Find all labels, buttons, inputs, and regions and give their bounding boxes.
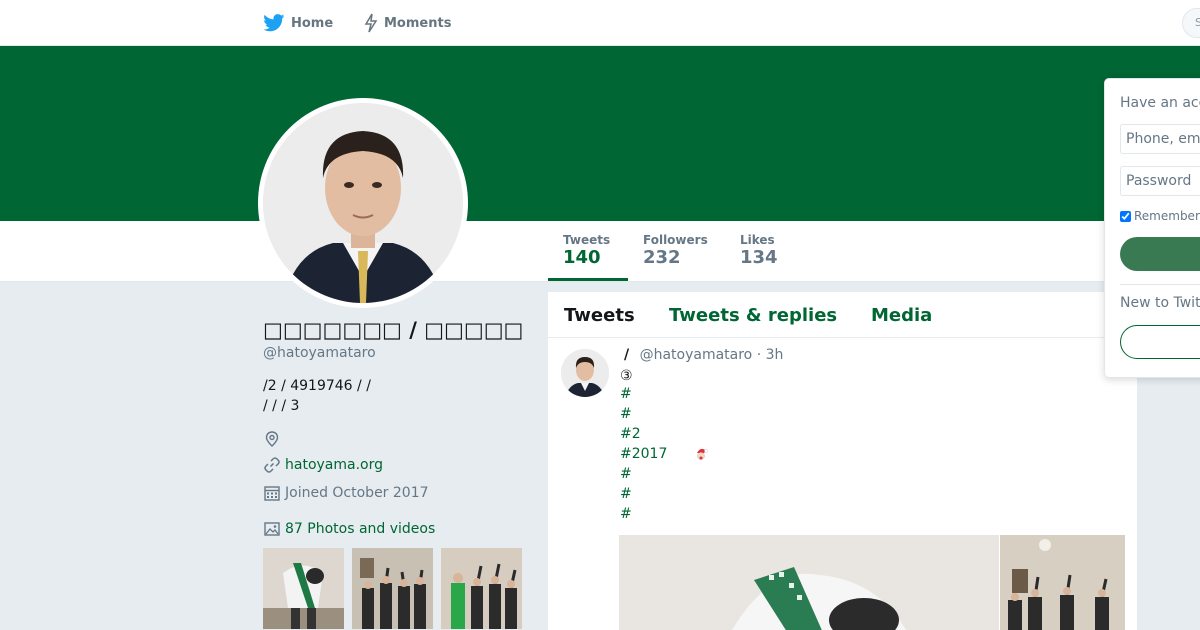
profile-banner xyxy=(0,46,1200,221)
tweet-avatar-image xyxy=(561,349,609,397)
profile-url[interactable]: hatoyama.org xyxy=(263,456,383,474)
tweet-media-image xyxy=(1000,535,1125,630)
profile-name: □□□□□□□ / □□□□□ xyxy=(263,318,524,342)
profile-bio: /2 / 4919746 / / / / / 3 xyxy=(263,378,371,414)
tab-media[interactable]: Media xyxy=(871,305,932,326)
link-icon xyxy=(264,457,280,473)
profile-url-text[interactable]: hatoyama.org xyxy=(285,457,383,473)
username-field[interactable] xyxy=(1120,124,1200,154)
tweet-separator: · xyxy=(756,347,766,363)
profile-avatar[interactable] xyxy=(258,98,468,308)
timeline-tabs: Tweets Tweets & replies Media xyxy=(548,292,1137,338)
login-button[interactable] xyxy=(1120,237,1200,271)
tweet-media-image xyxy=(619,535,999,630)
search-input[interactable]: S xyxy=(1182,8,1200,38)
password-field[interactable] xyxy=(1120,166,1200,196)
tweet-header: / @hatoyamataro · 3h xyxy=(620,347,783,363)
login-title: Have an account? xyxy=(1120,95,1200,111)
tweet-media-side[interactable] xyxy=(1000,535,1125,630)
photo-image xyxy=(263,548,344,629)
tweet-hashtag[interactable]: # xyxy=(620,504,632,524)
tweet-media[interactable] xyxy=(619,535,1125,630)
tweet-hashtag[interactable]: # xyxy=(620,464,632,484)
stat-value: 232 xyxy=(643,247,681,268)
nav-home[interactable]: Home xyxy=(263,0,333,46)
top-nav: Home Moments S xyxy=(0,0,1200,46)
tweet-hashtag[interactable]: # xyxy=(620,404,632,424)
stat-label: Followers xyxy=(643,233,708,247)
nav-home-label: Home xyxy=(291,15,334,31)
stat-followers[interactable]: Followers 232 xyxy=(643,221,728,281)
image-icon xyxy=(264,522,280,536)
profile-nav: Tweets 140 Followers 232 Likes 134 xyxy=(0,221,1200,282)
tweet-hashtag[interactable]: #2017 xyxy=(620,444,667,464)
tweet-hashtag[interactable]: # xyxy=(620,384,632,404)
photo-image xyxy=(441,548,522,629)
photo-thumbnail[interactable] xyxy=(352,548,433,629)
tweet-media-main[interactable] xyxy=(619,535,999,630)
stat-likes[interactable]: Likes 134 xyxy=(740,221,800,281)
tweet-timestamp[interactable]: 3h xyxy=(766,347,784,363)
photo-image xyxy=(352,548,433,629)
profile-joined-text: Joined October 2017 xyxy=(285,485,429,501)
profile-joined: Joined October 2017 xyxy=(263,484,429,502)
remember-me[interactable]: Remember me xyxy=(1120,209,1200,223)
photos-videos-link[interactable]: 87 Photos and videos xyxy=(263,520,435,538)
timeline: Tweets Tweets & replies Media / @hatoyam… xyxy=(548,292,1137,630)
stat-label: Likes xyxy=(740,233,775,247)
remember-me-checkbox[interactable] xyxy=(1120,210,1131,222)
signup-button[interactable] xyxy=(1120,325,1200,359)
location-pin-icon xyxy=(265,431,279,447)
lightning-icon xyxy=(364,13,378,33)
twitter-bird-icon xyxy=(263,14,285,32)
photo-thumbnail[interactable] xyxy=(263,548,344,629)
stat-label: Tweets xyxy=(563,233,611,247)
photos-videos-label[interactable]: 87 Photos and videos xyxy=(285,521,435,537)
nav-moments-label: Moments xyxy=(384,15,452,31)
tweet-hashtag[interactable]: # xyxy=(620,484,632,504)
profile-handle[interactable]: @hatoyamataro xyxy=(263,345,376,361)
new-to-twitter: New to Twitter? xyxy=(1120,295,1200,311)
calendar-icon xyxy=(264,486,280,501)
santa-emoji-icon xyxy=(697,448,708,460)
nav-moments[interactable]: Moments xyxy=(364,0,451,46)
stat-value: 140 xyxy=(563,247,601,268)
tweet-fullname[interactable]: / xyxy=(624,347,629,363)
tweet-handle[interactable]: @hatoyamataro xyxy=(640,347,753,363)
tweet-text-line: ③ xyxy=(620,368,633,384)
photo-thumbnail[interactable] xyxy=(441,548,522,629)
stat-tweets[interactable]: Tweets 140 xyxy=(548,221,628,281)
tab-tweets[interactable]: Tweets xyxy=(564,305,635,326)
remember-me-label: Remember me xyxy=(1134,209,1200,223)
avatar-portrait xyxy=(263,103,463,303)
tab-tweets-replies[interactable]: Tweets & replies xyxy=(669,305,837,326)
tweet-avatar[interactable] xyxy=(561,349,609,397)
login-divider xyxy=(1120,284,1200,285)
login-dropdown: Have an account? Remember me New to Twit… xyxy=(1104,78,1200,378)
tweet-hashtag[interactable]: #2 xyxy=(620,424,641,444)
profile-location xyxy=(263,430,281,448)
stat-value: 134 xyxy=(740,247,778,268)
